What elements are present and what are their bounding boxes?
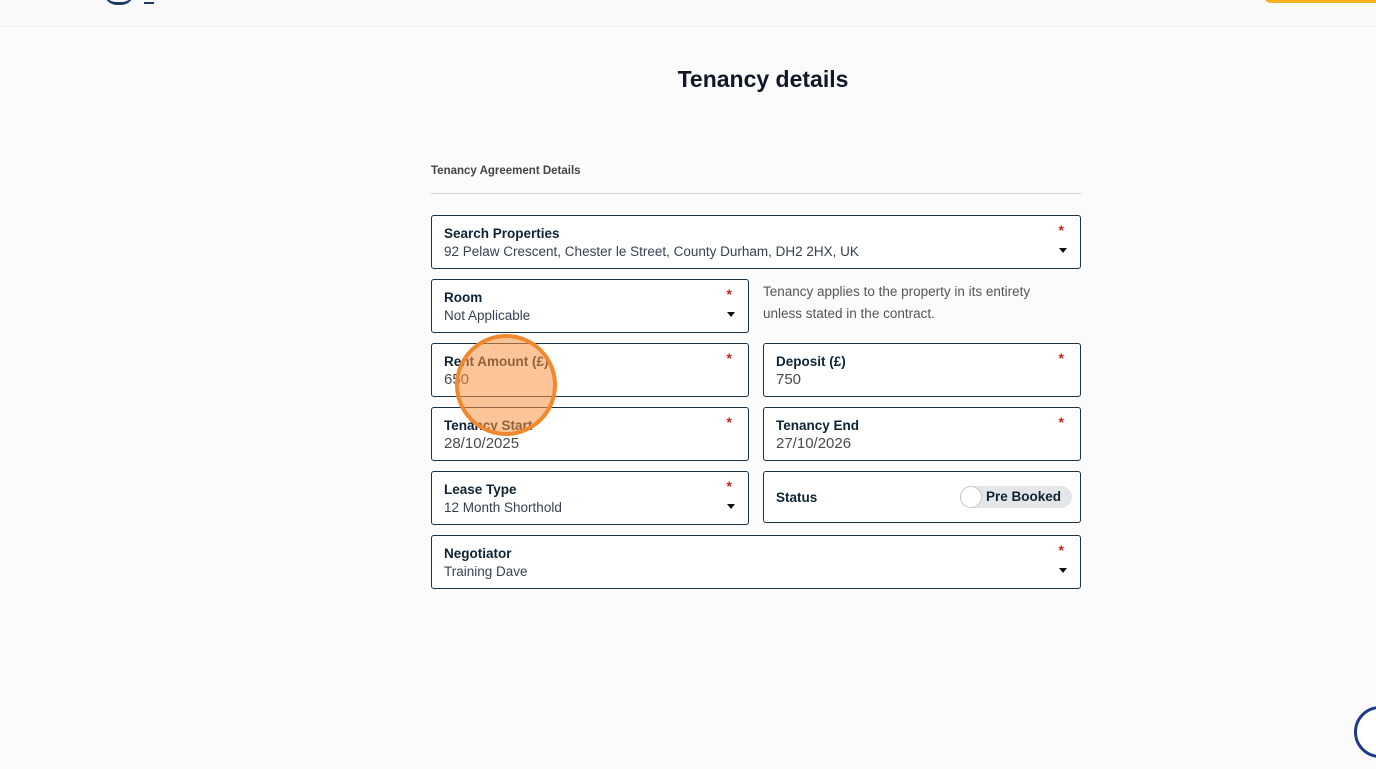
tenancy-start-value[interactable]: 28/10/2025 xyxy=(444,435,519,452)
required-marker: * xyxy=(1058,542,1064,558)
rent-amount-label: Rent Amount (£) xyxy=(444,354,549,369)
required-marker: * xyxy=(726,286,732,302)
tenancy-end-value[interactable]: 27/10/2026 xyxy=(776,435,851,452)
chat-icon[interactable] xyxy=(1354,706,1376,758)
search-properties-label: Search Properties xyxy=(444,226,560,241)
status-field: Status Pre Booked xyxy=(763,471,1081,523)
required-marker: * xyxy=(1058,222,1064,238)
deposit-label: Deposit (£) xyxy=(776,354,846,369)
chevron-down-icon[interactable] xyxy=(727,312,735,317)
rent-amount-value[interactable]: 650 xyxy=(444,371,469,388)
lease-type-label: Lease Type xyxy=(444,482,517,497)
negotiator-select[interactable]: Negotiator Training Dave * xyxy=(431,535,1081,589)
negotiator-value: Training Dave xyxy=(444,564,528,579)
top-action-button[interactable] xyxy=(1262,0,1376,3)
deposit-field[interactable]: Deposit (£) 750 * xyxy=(763,343,1081,397)
chevron-down-icon[interactable] xyxy=(727,504,735,509)
required-marker: * xyxy=(726,414,732,430)
search-properties-value: 92 Pelaw Crescent, Chester le Street, Co… xyxy=(444,244,859,259)
tenancy-end-field[interactable]: Tenancy End 27/10/2026 * xyxy=(763,407,1081,461)
tenancy-start-label: Tenancy Start xyxy=(444,418,533,433)
required-marker: * xyxy=(1058,350,1064,366)
required-marker: * xyxy=(726,350,732,366)
rent-amount-field[interactable]: Rent Amount (£) 650 * xyxy=(431,343,749,397)
toggle-knob[interactable] xyxy=(960,486,982,508)
required-marker: * xyxy=(1058,414,1064,430)
status-toggle-label: Pre Booked xyxy=(986,489,1062,504)
section-divider xyxy=(431,193,1081,194)
room-select[interactable]: Room Not Applicable * xyxy=(431,279,749,333)
top-nav xyxy=(0,0,1376,27)
required-marker: * xyxy=(726,478,732,494)
search-properties-select[interactable]: Search Properties 92 Pelaw Crescent, Che… xyxy=(431,215,1081,269)
tenancy-start-field[interactable]: Tenancy Start 28/10/2025 * xyxy=(431,407,749,461)
deposit-value[interactable]: 750 xyxy=(776,371,801,388)
section-title: Tenancy Agreement Details xyxy=(431,165,581,177)
logo[interactable] xyxy=(104,0,134,5)
room-label: Room xyxy=(444,290,483,305)
chevron-down-icon[interactable] xyxy=(1059,568,1067,573)
status-label: Status xyxy=(776,490,818,505)
room-value: Not Applicable xyxy=(444,308,531,323)
page-title: Tenancy details xyxy=(677,66,849,92)
chevron-down-icon[interactable] xyxy=(1059,248,1067,253)
logo-mark xyxy=(144,0,154,4)
tenancy-end-label: Tenancy End xyxy=(776,418,860,433)
negotiator-label: Negotiator xyxy=(444,546,512,561)
status-toggle[interactable]: Pre Booked xyxy=(960,486,1072,508)
lease-type-select[interactable]: Lease Type 12 Month Shorthold * xyxy=(431,471,749,525)
room-help-text: Tenancy applies to the property in its e… xyxy=(763,284,1031,321)
lease-type-value: 12 Month Shorthold xyxy=(444,500,562,515)
